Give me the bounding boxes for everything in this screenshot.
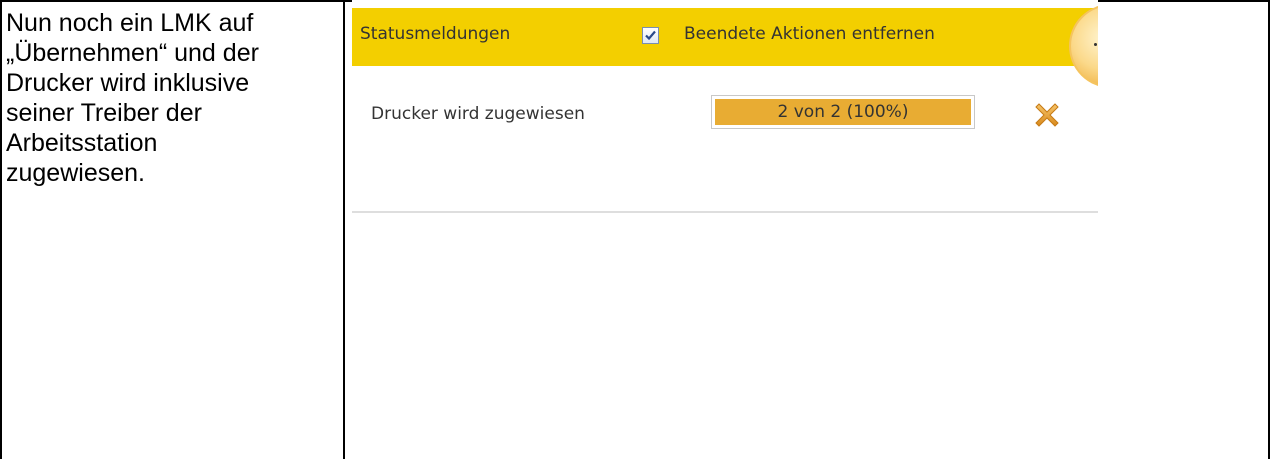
cancel-x-icon[interactable] xyxy=(1030,98,1064,132)
instruction-text: Nun noch ein LMK auf „Übernehmen“ und de… xyxy=(6,9,259,187)
remove-finished-label: Beendete Aktionen entfernen xyxy=(684,24,935,44)
remove-finished-checkbox[interactable] xyxy=(642,27,659,44)
progress-text: 2 von 2 (100%) xyxy=(777,102,909,122)
separator-line xyxy=(352,211,1098,213)
status-title: Statusmeldungen xyxy=(360,24,511,44)
checkmark-icon xyxy=(645,30,656,41)
progress-bar: 2 von 2 (100%) xyxy=(711,95,975,129)
status-header-bar: Statusmeldungen Beendete Aktionen entfer… xyxy=(352,8,1098,66)
action-label: Drucker wird zugewiesen xyxy=(371,104,585,124)
coin-dot xyxy=(1094,43,1097,46)
table-column-divider xyxy=(343,0,345,459)
status-bar-top-edge xyxy=(352,0,1098,8)
embedded-screenshot: Statusmeldungen Beendete Aktionen entfer… xyxy=(352,0,1098,230)
